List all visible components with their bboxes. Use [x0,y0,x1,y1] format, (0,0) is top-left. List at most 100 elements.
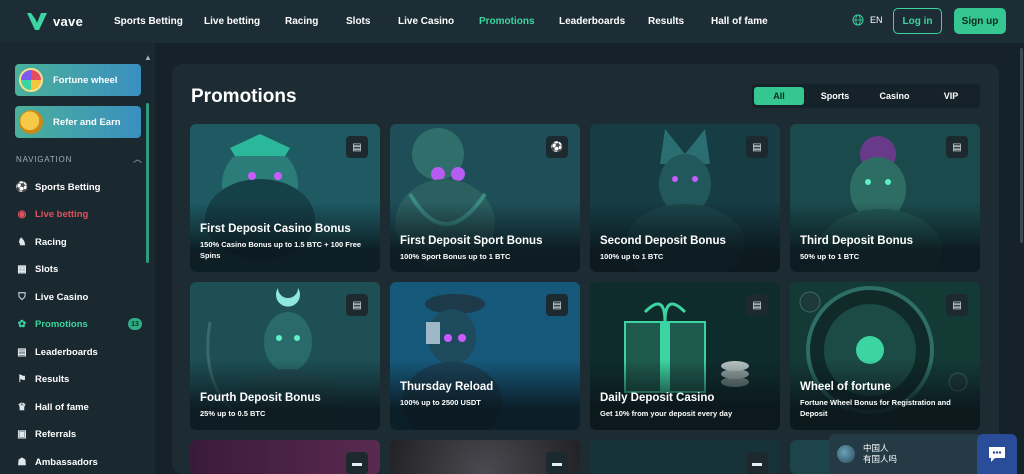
sidebar-promo-label: Fortune wheel [53,74,118,86]
card-subtitle: 25% up to 0.5 BTC [200,409,266,418]
sidebar-promo-refer-and-earn[interactable]: Refer and Earn [15,106,141,138]
card-subtitle: Get 10% from your deposit every day [600,409,733,418]
sidebar-item-label: Referrals [35,428,77,440]
sidebar-scroll-up-icon[interactable]: ▲ [144,53,152,62]
globe-icon [852,14,864,26]
shield-card-icon: ⛉ [18,291,26,303]
nav-promotions[interactable]: Promotions [479,16,535,27]
sidebar-item-sports-betting[interactable]: ⚽ Sports Betting [16,177,146,197]
sidebar-item-label: Ambassadors [35,456,98,468]
page-title: Promotions [191,86,297,107]
chevron-up-icon[interactable]: ︿ [133,152,142,165]
nav-live-betting[interactable]: Live betting [204,16,260,27]
card-title: Third Deposit Bonus [800,235,914,247]
card-title: Thursday Reload [400,381,494,393]
ambassador-icon: ☗ [17,456,27,468]
language-selector[interactable]: EN [852,14,883,26]
casino-icon: ▤ [946,294,968,316]
promo-card-first-deposit-sport[interactable]: ⚽ First Deposit Sport Bonus 100% Sport B… [390,124,580,272]
sidebar-item-hall-of-fame[interactable]: ♛ Hall of fame [16,397,146,417]
promo-card-third-deposit[interactable]: ▤ Third Deposit Bonus 50% up to 1 BTC [790,124,980,272]
nav-results[interactable]: Results [648,16,684,27]
page-scrollbar[interactable] [1020,48,1023,243]
sidebar-item-label: Live Casino [35,291,89,303]
sidebar-item-live-betting[interactable]: ◉ Live betting [16,204,146,224]
live-signal-icon: ◉ [17,208,27,220]
leaderboard-icon: ▤ [17,346,27,358]
gift-icon: ▣ [17,428,27,440]
card-gradient [390,360,580,430]
promo-card-fourth-deposit[interactable]: ▤ Fourth Deposit Bonus 25% up to 0.5 BTC [190,282,380,430]
promo-card-partial[interactable]: ▬ [190,440,380,474]
card-subtitle: 50% up to 1 BTC [800,252,860,261]
promotions-count-badge: 13 [128,318,142,330]
nav-leaderboards[interactable]: Leaderboards [559,16,625,27]
coin-icon [19,110,43,134]
sidebar-item-label: Leaderboards [35,346,98,358]
card-title: First Deposit Casino Bonus [200,223,351,235]
signup-button[interactable]: Sign up [954,8,1006,34]
card-subtitle: 100% Sport Bonus up to 1 BTC [400,252,511,261]
chat-line-2: 有国人吗 [863,454,898,464]
casino-icon: ▤ [546,294,568,316]
nav-hall-of-fame[interactable]: Hall of fame [711,16,768,27]
soccer-ball-icon: ⚽ [546,136,568,158]
card-subtitle: 100% up to 1 BTC [600,252,664,261]
promo-card-daily-deposit-casino[interactable]: ▤ Daily Deposit Casino Get 10% from your… [590,282,780,430]
sidebar-item-slots[interactable]: ▦ Slots [16,259,146,279]
sidebar-item-label: Hall of fame [35,401,89,413]
brand-logo[interactable]: vave [26,11,83,31]
sidebar-item-leaderboards[interactable]: ▤ Leaderboards [16,342,146,362]
promo-card-second-deposit[interactable]: ▤ Second Deposit Bonus 100% up to 1 BTC [590,124,780,272]
tab-all[interactable]: All [754,87,804,105]
sidebar-item-results[interactable]: ⚑ Results [16,369,146,389]
sidebar-item-racing[interactable]: ♞ Racing [16,232,146,252]
casino-icon: ▬ [546,452,568,474]
brand-name: vave [53,13,84,29]
chat-preview[interactable]: 中国人 有国人吗 [829,434,979,474]
sidebar-item-label: Sports Betting [35,181,101,193]
promo-card-partial[interactable]: ▬ [590,440,780,474]
card-title: Wheel of fortune [800,381,891,393]
vave-logo-icon [27,13,47,30]
chat-button[interactable] [977,434,1017,474]
soccer-ball-icon: ⚽ [15,181,29,193]
card-gradient [790,360,980,430]
slot-machine-icon: ▦ [17,263,27,275]
promo-card-thursday-reload[interactable]: ▤ Thursday Reload 100% up to 2500 USDT [390,282,580,430]
navigation-heading: NAVIGATION [16,155,73,164]
sidebar-item-live-casino[interactable]: ⛉ Live Casino [16,287,146,307]
sidebar-item-promotions[interactable]: ✿ Promotions 13 [16,314,146,334]
promo-card-partial[interactable]: ▬ [390,440,580,474]
sidebar-promo-fortune-wheel[interactable]: Fortune wheel [15,64,141,96]
promo-card-first-deposit-casino[interactable]: ▤ First Deposit Casino Bonus 150% Casino… [190,124,380,272]
sidebar-item-referrals[interactable]: ▣ Referrals [16,424,146,444]
fortune-wheel-icon [19,68,43,92]
sidebar-item-ambassadors[interactable]: ☗ Ambassadors [16,452,146,472]
casino-icon: ▤ [346,136,368,158]
nav-live-casino[interactable]: Live Casino [398,16,454,27]
sidebar-item-label: Live betting [35,208,89,220]
sidebar-item-label: Results [35,373,70,385]
avatar [837,445,855,463]
card-title: Fourth Deposit Bonus [200,392,321,404]
horse-icon: ♞ [17,236,27,248]
top-navbar: vave Sports Betting Live betting Racing … [0,0,1024,43]
chat-bubble-icon [989,447,1005,462]
casino-icon: ▤ [746,294,768,316]
nav-sports-betting[interactable]: Sports Betting [114,16,183,27]
sidebar-item-label: Slots [35,263,59,275]
sidebar-item-label: Racing [35,236,67,248]
ticket-icon: ▬ [346,452,368,474]
tab-vip[interactable]: VIP [928,87,974,105]
nav-racing[interactable]: Racing [285,16,318,27]
nav-slots[interactable]: Slots [346,16,370,27]
casino-icon: ▤ [746,136,768,158]
language-label: EN [870,15,883,25]
tab-casino[interactable]: Casino [867,87,922,105]
promotion-filter-tabs: All Sports Casino VIP [752,84,980,108]
login-button[interactable]: Log in [893,8,942,34]
promo-card-wheel-of-fortune[interactable]: ▤ Wheel of fortune Fortune Wheel Bonus f… [790,282,980,430]
sidebar-scrollbar[interactable] [146,103,149,263]
tab-sports[interactable]: Sports [810,87,860,105]
